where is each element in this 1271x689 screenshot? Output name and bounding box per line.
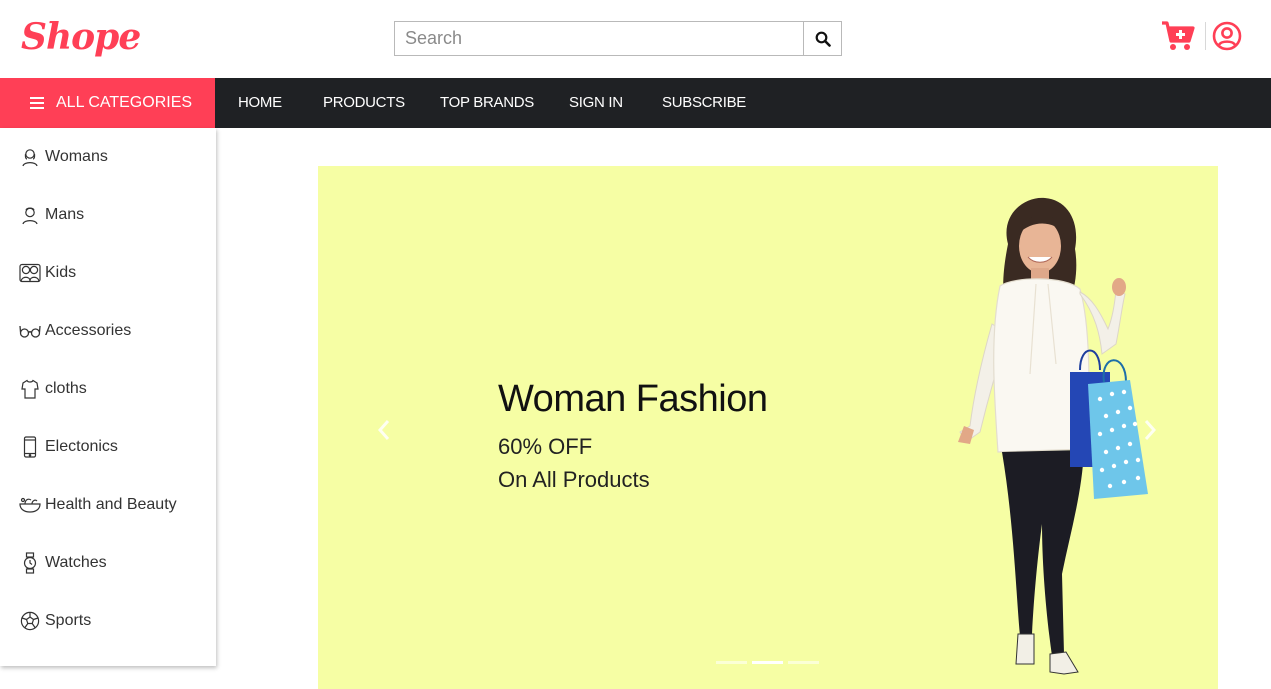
nav-link-top-brands[interactable]: TOP BRANDS	[440, 78, 534, 128]
sidebar-item-label: Watches	[45, 554, 107, 571]
sidebar-item-label: Health and Beauty	[45, 496, 177, 513]
header-divider	[1205, 22, 1206, 50]
shirt-icon	[19, 378, 41, 400]
sidebar-item-womans[interactable]: Womans	[0, 128, 216, 186]
sidebar-item-electonics[interactable]: Electonics	[0, 418, 216, 476]
search-input[interactable]	[395, 22, 803, 55]
sidebar-item-label: Womans	[45, 148, 108, 165]
account-button[interactable]	[1212, 21, 1242, 51]
football-icon	[19, 610, 41, 632]
all-categories-label: ALL CATEGORIES	[56, 94, 193, 111]
all-categories-button[interactable]: ALL CATEGORIES	[0, 78, 215, 128]
cart-button[interactable]	[1161, 20, 1195, 52]
sidebar-item-kids[interactable]: Kids	[0, 244, 216, 302]
banner-title: Woman Fashion	[498, 378, 768, 420]
nav-link-sign-in[interactable]: SIGN IN	[569, 78, 623, 128]
carousel-dot-active[interactable]	[752, 661, 783, 664]
main-navbar: ALL CATEGORIES HOME PRODUCTS TOP BRANDS …	[0, 78, 1271, 128]
chevron-left-icon	[377, 420, 390, 440]
hero-carousel: Woman Fashion 60% OFF On All Products	[318, 166, 1218, 689]
woman-icon	[19, 146, 41, 168]
brand-logo[interactable]: Shope	[21, 16, 141, 58]
sidebar-item-label: cloths	[45, 380, 87, 397]
glasses-icon	[19, 320, 41, 342]
carousel-next-button[interactable]	[1140, 416, 1160, 444]
sidebar-item-watches[interactable]: Watches	[0, 534, 216, 592]
nav-link-products[interactable]: PRODUCTS	[323, 78, 405, 128]
sidebar-item-label: Kids	[45, 264, 77, 281]
man-icon	[19, 204, 41, 226]
search-icon	[815, 31, 831, 47]
search-button[interactable]	[803, 22, 841, 55]
carousel-dot[interactable]	[788, 661, 819, 664]
chevron-right-icon	[1144, 420, 1157, 440]
phone-icon	[19, 436, 41, 458]
carousel-indicators	[716, 661, 819, 664]
sidebar-item-sports[interactable]: Sports	[0, 592, 216, 650]
model-image	[958, 197, 1148, 675]
beauty-bowl-icon	[19, 494, 41, 516]
sidebar-item-label: Electonics	[45, 438, 118, 455]
category-sidebar: Womans Mans Kids Accessories cloths Elec…	[0, 128, 216, 666]
kids-icon	[19, 262, 41, 284]
search-bar	[394, 21, 842, 56]
sidebar-item-label: Mans	[45, 206, 85, 223]
banner-discount: 60% OFF	[498, 434, 593, 459]
sidebar-item-accessories[interactable]: Accessories	[0, 302, 216, 360]
carousel-prev-button[interactable]	[374, 416, 394, 444]
sidebar-item-mans[interactable]: Mans	[0, 186, 216, 244]
site-header: Shope	[0, 0, 1271, 78]
menu-icon	[30, 97, 44, 109]
user-circle-icon	[1212, 21, 1242, 51]
sidebar-item-label: Sports	[45, 612, 92, 629]
banner-subtitle: On All Products	[498, 467, 650, 492]
cart-plus-icon	[1162, 21, 1195, 50]
nav-link-subscribe[interactable]: SUBSCRIBE	[662, 78, 746, 128]
nav-link-home[interactable]: HOME	[238, 78, 282, 128]
sidebar-item-health-and-beauty[interactable]: Health and Beauty	[0, 476, 216, 534]
watch-icon	[19, 552, 41, 574]
sidebar-item-label: Accessories	[45, 322, 132, 339]
sidebar-item-cloths[interactable]: cloths	[0, 360, 216, 418]
carousel-dot[interactable]	[716, 661, 747, 664]
